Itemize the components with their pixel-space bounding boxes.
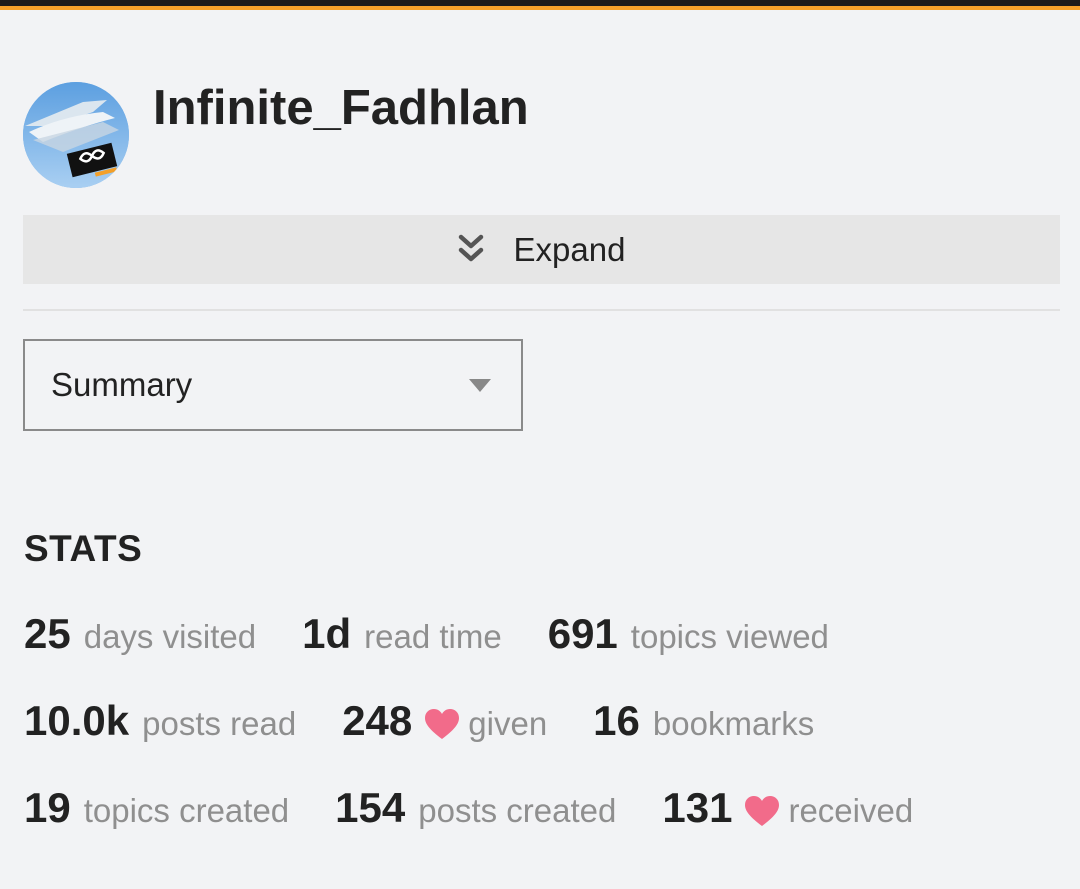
avatar-image bbox=[23, 82, 129, 188]
stat-value: 10.0k bbox=[24, 697, 130, 744]
stat-value: 154 bbox=[335, 784, 406, 831]
dropdown-selected-value: Summary bbox=[51, 366, 193, 403]
stat-label: received bbox=[788, 792, 914, 829]
expand-label: Expand bbox=[513, 230, 626, 268]
summary-dropdown[interactable]: Summary bbox=[23, 339, 523, 431]
stat-value: 1d bbox=[302, 610, 352, 657]
stat-posts-read: 10.0k posts read bbox=[24, 697, 296, 745]
heart-icon bbox=[425, 709, 460, 739]
caret-down-icon bbox=[469, 379, 491, 392]
stat-label: posts created bbox=[418, 792, 617, 829]
stat-topics-viewed: 691 topics viewed bbox=[548, 610, 829, 658]
stat-label: topics created bbox=[83, 792, 290, 829]
stat-read-time: 1d read time bbox=[302, 610, 502, 658]
stat-label: bookmarks bbox=[652, 705, 815, 742]
stat-label: topics viewed bbox=[630, 618, 829, 655]
header-accent-line bbox=[0, 6, 1080, 10]
stat-value: 16 bbox=[593, 697, 640, 744]
stat-likes-received: 131 received bbox=[662, 784, 913, 832]
stat-bookmarks: 16 bookmarks bbox=[593, 697, 814, 745]
stat-label: read time bbox=[364, 618, 502, 655]
stat-likes-given: 248 given bbox=[342, 697, 547, 745]
section-divider bbox=[23, 309, 1060, 311]
stat-label: days visited bbox=[83, 618, 257, 655]
stat-value: 248 bbox=[342, 697, 413, 744]
expand-button[interactable]: Expand bbox=[23, 215, 1060, 284]
stats-row: 19 topics created 154 posts created 131 … bbox=[24, 784, 913, 832]
stat-posts-created: 154 posts created bbox=[335, 784, 616, 832]
stats-heading: STATS bbox=[24, 528, 143, 569]
stat-days-visited: 25 days visited bbox=[24, 610, 256, 658]
double-chevron-down-icon bbox=[458, 234, 483, 261]
stats-row: 25 days visited 1d read time 691 topics … bbox=[24, 610, 829, 658]
stat-value: 691 bbox=[547, 610, 618, 657]
heart-icon bbox=[745, 796, 780, 826]
stat-value: 131 bbox=[662, 784, 733, 831]
stat-value: 25 bbox=[24, 610, 71, 657]
avatar[interactable] bbox=[23, 82, 129, 188]
stat-value: 19 bbox=[24, 784, 71, 831]
profile-username: Infinite_Fadhlan bbox=[153, 81, 529, 135]
stat-label: given bbox=[468, 705, 548, 742]
top-header-bar bbox=[0, 0, 1080, 10]
stats-row: 10.0k posts read 248 given 16 bookmarks bbox=[24, 697, 814, 745]
stat-topics-created: 19 topics created bbox=[24, 784, 289, 832]
stat-label: posts read bbox=[142, 705, 297, 742]
